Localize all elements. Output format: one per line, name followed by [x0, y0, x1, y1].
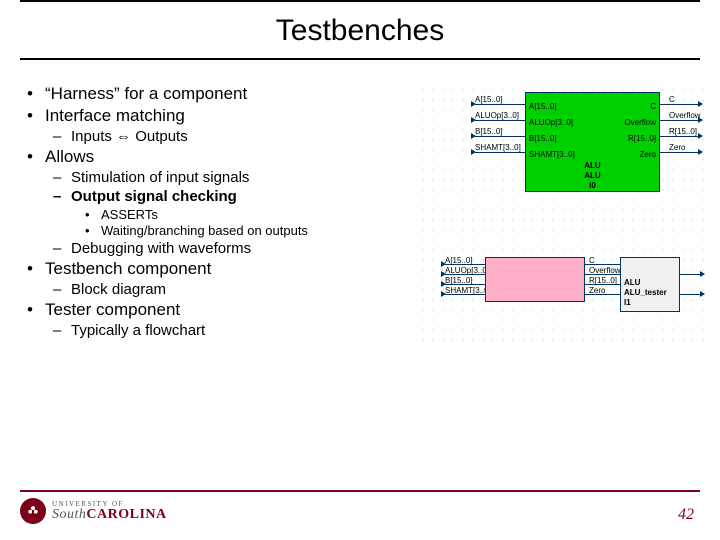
- bullet-block-diagram: Block diagram: [53, 281, 415, 298]
- label: Overflow: [589, 266, 621, 275]
- port-out: [700, 291, 705, 297]
- bullet-harness: “Harness” for a component: [25, 84, 415, 104]
- footer-rule: [20, 490, 700, 492]
- bullet-tester-comp: Tester component: [25, 300, 415, 320]
- port-label: B[15..0]: [529, 134, 557, 143]
- label: C: [589, 256, 595, 265]
- page-number: 42: [678, 506, 700, 524]
- logo-main-text: SouthCAROLINA: [52, 508, 167, 522]
- bullet-output-checking: Output signal checking: [53, 188, 415, 205]
- port-label: ALUOp[3..0]: [529, 118, 573, 127]
- label: Overflow: [669, 111, 701, 120]
- port-out: [698, 101, 703, 107]
- label: C: [669, 95, 675, 104]
- bullet-asserts: ASSERTs: [85, 207, 415, 222]
- bullet-testbench-comp: Testbench component: [25, 259, 415, 279]
- port-out: [698, 149, 703, 155]
- wire: [660, 104, 698, 105]
- wire: [680, 294, 700, 295]
- port-label: A[15..0]: [529, 102, 557, 111]
- block-name: ALU: [526, 161, 659, 170]
- alu-block: A[15..0] ALUOp[3..0] B[15..0] SHAMT[3..0…: [525, 92, 660, 192]
- wire: [475, 104, 525, 105]
- port-out: [700, 271, 705, 277]
- label: B[15..0]: [475, 127, 503, 136]
- wire: [475, 120, 525, 121]
- label: SHAMT[3..0]: [475, 143, 521, 152]
- label: SHAMT[3..0]: [445, 286, 491, 295]
- port-label: Zero: [640, 150, 656, 159]
- port-label: SHAMT[3..0]: [529, 150, 575, 159]
- port-label: C: [650, 102, 656, 111]
- block-name: ALU_tester: [624, 288, 667, 297]
- wire: [660, 120, 698, 121]
- tester-block: [485, 257, 585, 302]
- bullet-waiting: Waiting/branching based on outputs: [85, 223, 415, 238]
- label: Zero: [589, 286, 605, 295]
- grey-block: ALU ALU_tester I1: [620, 257, 680, 312]
- label: A[15..0]: [445, 256, 473, 265]
- bullet-flowchart: Typically a flowchart: [53, 322, 415, 339]
- body: “Harness” for a component Interface matc…: [0, 60, 720, 342]
- logo-tree-icon: [20, 498, 46, 524]
- port-out: [698, 133, 703, 139]
- university-logo: UNIVERSITY OF SouthCAROLINA: [20, 498, 167, 524]
- block-inst: I1: [624, 298, 631, 307]
- label: ALUOp[3..0]: [475, 111, 519, 120]
- wire: [660, 152, 698, 153]
- label: B[15..0]: [445, 276, 473, 285]
- port-label: Overflow: [624, 118, 656, 127]
- block-inst: I0: [526, 181, 659, 190]
- block-name: ALU: [526, 171, 659, 180]
- wire: [475, 152, 525, 153]
- wire: [475, 136, 525, 137]
- bullet-allows: Allows: [25, 147, 415, 167]
- bullet-inputs-outputs: Inputs ⇔ Outputs: [53, 128, 415, 145]
- label: Zero: [669, 143, 685, 152]
- label: A[15..0]: [475, 95, 503, 104]
- logo-text: UNIVERSITY OF SouthCAROLINA: [52, 501, 167, 522]
- footer-inner: UNIVERSITY OF SouthCAROLINA 42: [20, 498, 700, 524]
- block-diagram: A[15..0] ALUOp[3..0] B[15..0] SHAMT[3..0…: [415, 82, 705, 342]
- block-name: ALU: [624, 278, 640, 287]
- label: R[15..0]: [589, 276, 617, 285]
- bullet-stimulation: Stimulation of input signals: [53, 169, 415, 186]
- logo-carolina: CAROLINA: [86, 507, 166, 522]
- port-label: R[15..0]: [628, 134, 656, 143]
- label: ALUOp[3..0]: [445, 266, 489, 275]
- logo-south: South: [52, 507, 86, 522]
- slide-title: Testbenches: [0, 2, 720, 58]
- diagram-column: A[15..0] ALUOp[3..0] B[15..0] SHAMT[3..0…: [415, 82, 710, 342]
- label: R[15..0]: [669, 127, 697, 136]
- bullet-column: “Harness” for a component Interface matc…: [10, 82, 415, 342]
- wire: [680, 274, 700, 275]
- bullet-debugging: Debugging with waveforms: [53, 240, 415, 257]
- bullet-interface: Interface matching: [25, 106, 415, 126]
- footer: UNIVERSITY OF SouthCAROLINA 42: [20, 490, 700, 524]
- wire: [660, 136, 698, 137]
